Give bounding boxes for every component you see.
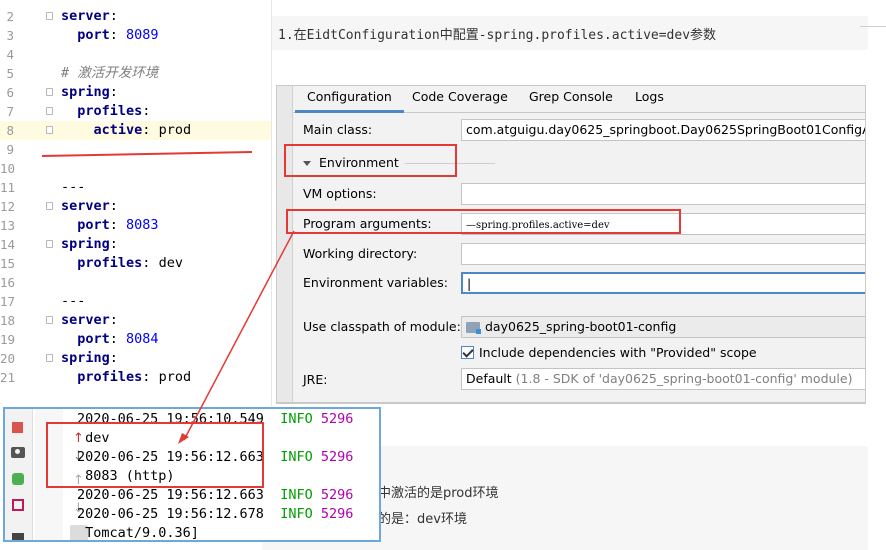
console-toolbar: [5, 409, 33, 540]
debug-icon[interactable]: [12, 473, 24, 485]
fold-icon[interactable]: [46, 354, 53, 362]
editor-line: 19 port: 8084: [0, 331, 159, 347]
include-dependencies-checkbox[interactable]: [461, 346, 474, 359]
note-code-block: 1.在EidtConfiguration中配置-spring.profiles.…: [262, 16, 868, 50]
fold-icon[interactable]: [46, 202, 53, 210]
stop-icon[interactable]: [12, 422, 23, 433]
line-number: 11: [0, 180, 16, 195]
editor-line: 6 spring:: [0, 83, 271, 102]
fold-icon[interactable]: [46, 12, 53, 20]
annotation-box-program-arguments: [286, 209, 681, 234]
fold-icon[interactable]: [46, 316, 53, 324]
environment-variables-label: Environment variables:: [303, 275, 448, 290]
line-number: 7: [6, 104, 14, 119]
yaml-comment: # 激活开发环境: [61, 65, 159, 81]
classpath-module-select[interactable]: day0625_spring-boot01-config: [461, 316, 865, 338]
console-log-line: 2020-06-25 19:56:12.663 INFO 5296: [77, 487, 354, 503]
working-directory-label: Working directory:: [303, 246, 418, 261]
line-number: 2: [6, 9, 14, 24]
divider: [860, 26, 886, 27]
tab-grep-console[interactable]: Grep Console: [517, 86, 625, 113]
console-log-line: Tomcat/9.0.36]: [77, 525, 199, 541]
exit-icon[interactable]: [12, 499, 24, 511]
editor-line: 5 # 激活开发环境: [0, 64, 271, 83]
config-tabs: Configuration Code Coverage Grep Console…: [293, 86, 865, 113]
editor-line: 20 spring:: [0, 350, 118, 366]
tab-configuration[interactable]: Configuration: [295, 86, 404, 113]
line-number: 15: [0, 256, 16, 271]
editor-line: 21 profiles: prod: [0, 369, 192, 385]
editor-line: 14 spring:: [0, 236, 118, 252]
note-result-line1: 中激活的是prod环境: [378, 486, 499, 501]
line-number: 19: [0, 332, 16, 347]
classpath-module-label: Use classpath of module:: [303, 319, 461, 334]
note-result-line2: 的是：dev环境: [378, 512, 467, 527]
annotation-box-environment: [284, 144, 457, 177]
line-number: 18: [0, 313, 16, 328]
line-number: 5: [6, 66, 14, 81]
editor-line: 9: [0, 140, 271, 159]
editor-line: 15 profiles: dev: [0, 255, 183, 271]
line-number: 17: [0, 294, 16, 309]
working-directory-field[interactable]: [461, 243, 865, 265]
vm-options-label: VM options:: [303, 186, 377, 201]
editor-line: 4: [0, 45, 271, 64]
fold-icon[interactable]: [46, 88, 53, 96]
editor-line: 11 ---: [0, 179, 86, 195]
jre-label: JRE:: [303, 372, 328, 387]
fold-icon[interactable]: [46, 107, 53, 115]
camera-icon[interactable]: [11, 447, 25, 458]
annotation-box-console-output: [46, 422, 264, 488]
environment-variables-field[interactable]: |: [461, 272, 865, 294]
tab-code-coverage[interactable]: Code Coverage: [400, 86, 520, 113]
editor-line-current: 8 active: prod: [0, 121, 271, 140]
tab-logs[interactable]: Logs: [623, 86, 676, 113]
editor-line: 13 port: 8083: [0, 217, 159, 233]
jre-select[interactable]: Default (1.8 - SDK of 'day0625_spring-bo…: [461, 368, 865, 390]
line-number: 9: [6, 142, 14, 157]
include-dependencies-label: Include dependencies with "Provided" sco…: [479, 345, 757, 360]
note-instruction: 1.在EidtConfiguration中配置-spring.profiles.…: [278, 28, 717, 43]
line-number: 21: [0, 370, 16, 385]
editor-line: 18 server:: [0, 312, 118, 328]
line-number: 8: [6, 123, 14, 138]
editor-line: 17 ---: [0, 293, 86, 309]
yaml-editor[interactable]: 2 server: 3 port: 8089 4 5 # 激活开发环境 6 sp…: [0, 0, 272, 406]
config-tree-edge: [277, 86, 293, 402]
line-number: 16: [0, 275, 16, 290]
line-number: 3: [6, 28, 14, 43]
line-number: 6: [6, 85, 14, 100]
editor-line: 3 port: 8089: [0, 26, 271, 45]
line-number: 14: [0, 237, 16, 252]
editor-line: 2 server:: [0, 7, 271, 26]
fold-icon[interactable]: [46, 240, 53, 248]
line-number: 20: [0, 351, 16, 366]
main-class-label: Main class:: [303, 122, 373, 137]
layout-icon[interactable]: [12, 533, 24, 540]
editor-line: 16: [0, 273, 271, 292]
vm-options-field[interactable]: [461, 183, 865, 205]
run-configuration-dialog: Configuration Code Coverage Grep Console…: [276, 85, 866, 403]
main-class-field[interactable]: com.atguigu.day0625_springboot.Day0625Sp…: [461, 119, 865, 141]
module-icon: [466, 322, 481, 334]
line-number: 4: [6, 47, 14, 62]
console-log-line: 2020-06-25 19:56:12.678 INFO 5296: [77, 506, 354, 522]
line-number: 12: [0, 199, 16, 214]
editor-line: 10: [0, 159, 271, 178]
editor-line: 12 server:: [0, 198, 118, 214]
line-number: 10: [0, 161, 16, 176]
editor-line: 7 profiles:: [0, 102, 271, 121]
line-number: 13: [0, 218, 16, 233]
fold-icon[interactable]: [46, 126, 53, 134]
